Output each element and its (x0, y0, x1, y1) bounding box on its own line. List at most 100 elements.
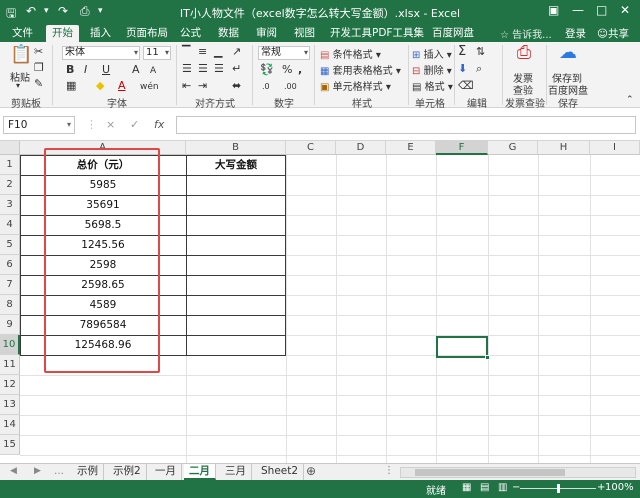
merge-center-icon[interactable]: ⬌ (232, 79, 241, 93)
currency-format-icon[interactable]: 💱 (260, 63, 274, 77)
fill-color-icon[interactable]: ◆ (96, 79, 104, 93)
collapse-ribbon-icon[interactable]: ⌃ (626, 95, 634, 105)
ribbon-display-icon[interactable]: ▣ (548, 3, 559, 17)
page-break-view-icon[interactable]: ▥ (498, 482, 507, 493)
row-header[interactable]: 3 (0, 195, 20, 215)
comma-format-icon[interactable]: , (298, 63, 302, 77)
bold-icon[interactable]: B (66, 63, 74, 77)
row-header[interactable]: 13 (0, 395, 20, 415)
minimize-icon[interactable]: — (572, 3, 584, 17)
increase-decimal-icon[interactable]: .0 (262, 80, 270, 94)
select-all-corner[interactable] (0, 141, 20, 155)
scrollbar-thumb[interactable] (415, 469, 565, 476)
font-color-icon[interactable]: A (118, 79, 126, 93)
align-right-icon[interactable]: ☰ (214, 62, 224, 76)
formula-input[interactable] (176, 116, 636, 134)
underline-icon[interactable]: U (102, 63, 110, 77)
percent-format-icon[interactable]: % (282, 63, 292, 77)
grow-font-icon[interactable]: A (132, 63, 140, 77)
row-header[interactable]: 10 (0, 335, 20, 355)
tab-insert[interactable]: 插入 (84, 25, 117, 42)
column-header-d[interactable]: D (336, 141, 386, 155)
close-icon[interactable]: ✕ (620, 3, 630, 17)
column-header-i[interactable]: I (590, 141, 640, 155)
tab-formulas[interactable]: 公式 (174, 25, 207, 42)
autosum-icon[interactable]: Σ (458, 45, 466, 59)
align-bottom-icon[interactable]: ▁ (214, 45, 222, 59)
sort-filter-icon[interactable]: ⇅ (476, 45, 485, 59)
clear-icon[interactable]: ⌫ (458, 79, 474, 93)
row-header[interactable]: 12 (0, 375, 20, 395)
fill-icon[interactable]: ⬇ (458, 62, 467, 76)
row-header[interactable]: 7 (0, 275, 20, 295)
tab-review[interactable]: 审阅 (250, 25, 283, 42)
tab-baidu-netdisk[interactable]: 百度网盘 (426, 25, 480, 42)
tab-view[interactable]: 视图 (288, 25, 321, 42)
column-header-h[interactable]: H (538, 141, 590, 155)
format-painter-icon[interactable]: ✎ (34, 77, 43, 91)
row-header[interactable]: 14 (0, 415, 20, 435)
number-format-select[interactable]: 常规 ▾ (258, 46, 310, 60)
login-link[interactable]: 登录 (565, 26, 586, 41)
cancel-icon[interactable]: × (106, 118, 115, 131)
sheet-prev-icon[interactable]: ◀ (10, 466, 17, 476)
paste-icon[interactable]: 📋 (10, 46, 32, 64)
row-header[interactable]: 11 (0, 355, 20, 375)
font-name-select[interactable]: 宋体 ▾ (62, 46, 140, 60)
cloud-icon[interactable]: ☁ (558, 44, 578, 62)
sheet-tab[interactable]: 三月 (220, 464, 252, 480)
conditional-formatting-button[interactable]: ▤ 条件格式 ▾ (320, 46, 381, 61)
sheet-next-icon[interactable]: ▶ (34, 466, 41, 476)
column-header-c[interactable]: C (286, 141, 336, 155)
maximize-icon[interactable]: □ (596, 3, 607, 17)
align-middle-icon[interactable]: ≡ (198, 45, 207, 59)
sheet-tab-active[interactable]: 二月 (184, 464, 216, 480)
row-header[interactable]: 4 (0, 215, 20, 235)
decrease-decimal-icon[interactable]: .00 (284, 80, 297, 94)
zoom-level[interactable]: 100% (605, 482, 634, 493)
sheet-tab[interactable]: 示例2 (108, 464, 147, 480)
row-header[interactable]: 2 (0, 175, 20, 195)
enter-icon[interactable]: ✓ (130, 118, 139, 131)
row-header[interactable]: 9 (0, 315, 20, 335)
column-header-e[interactable]: E (386, 141, 436, 155)
shrink-font-icon[interactable]: A (150, 64, 156, 78)
tab-home[interactable]: 开始 (46, 25, 79, 42)
cell-b1[interactable]: 大写金额 (186, 155, 286, 175)
active-cell-f10[interactable] (436, 336, 490, 360)
row-header[interactable]: 8 (0, 295, 20, 315)
page-layout-view-icon[interactable]: ▤ (480, 482, 489, 493)
row-header[interactable]: 6 (0, 255, 20, 275)
tab-file[interactable]: 文件 (6, 25, 39, 42)
align-center-icon[interactable]: ☰ (198, 62, 208, 76)
find-select-icon[interactable]: ⌕ (476, 62, 482, 76)
wrap-text-icon[interactable]: ↵ (232, 62, 241, 76)
fill-handle[interactable] (485, 355, 490, 360)
row-header[interactable]: 1 (0, 155, 20, 175)
phonetic-icon[interactable]: wén (140, 80, 159, 94)
align-top-icon[interactable]: ▔ (182, 45, 190, 59)
tab-page-layout[interactable]: 页面布局 (120, 25, 174, 42)
zoom-slider-knob[interactable] (557, 484, 560, 493)
sheet-tab[interactable]: Sheet2 (256, 464, 305, 480)
column-header-g[interactable]: G (488, 141, 538, 155)
borders-icon[interactable]: ▦ (66, 79, 76, 93)
sheet-more-icon[interactable]: … (54, 466, 64, 477)
paste-dropdown-icon[interactable]: ▾ (16, 81, 20, 90)
format-as-table-button[interactable]: ▦ 套用表格格式 ▾ (320, 62, 401, 77)
name-box[interactable]: F10 ▾ (3, 116, 75, 134)
invoice-icon[interactable]: ⎙ (514, 44, 534, 62)
align-left-icon[interactable]: ☰ (182, 62, 192, 76)
delete-cells-button[interactable]: ⊟ 删除 ▾ (412, 62, 452, 77)
cell-styles-button[interactable]: ▣ 单元格样式 ▾ (320, 78, 391, 93)
tab-pdf-tools[interactable]: PDF工具集 (366, 25, 430, 42)
row-header[interactable]: 5 (0, 235, 20, 255)
worksheet-grid[interactable]: A B C D E F G H I 1 2 3 4 5 6 7 8 9 10 1… (0, 141, 640, 463)
normal-view-icon[interactable]: ▦ (462, 482, 471, 493)
font-size-select[interactable]: 11 ▾ (143, 46, 171, 60)
increase-indent-icon[interactable]: ⇥ (198, 79, 207, 93)
horizontal-scrollbar[interactable] (400, 467, 636, 478)
tell-me-search[interactable]: ☆ 告诉我... (500, 26, 552, 41)
sheet-tab[interactable]: 示例 (72, 464, 104, 480)
orientation-icon[interactable]: ↗ (232, 45, 241, 59)
